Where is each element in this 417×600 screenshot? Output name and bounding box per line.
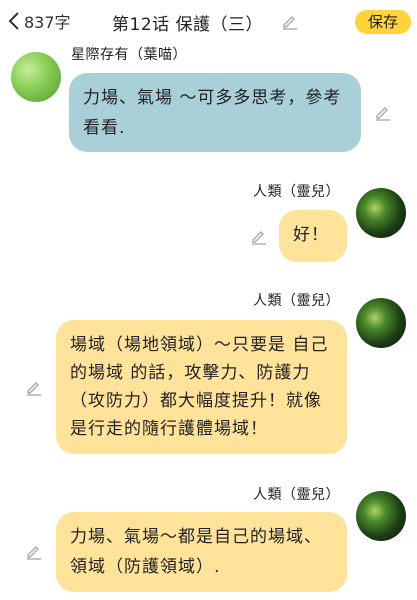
sender-name: 人類（靈兒）	[253, 487, 340, 503]
pencil-icon[interactable]	[25, 542, 43, 560]
avatar[interactable]	[356, 298, 406, 348]
message-bubble[interactable]: 力場、氣場 ～可多多思考，參考看看.	[69, 73, 361, 152]
avatar[interactable]	[356, 491, 406, 541]
avatar[interactable]	[356, 188, 406, 238]
chevron-left-icon	[8, 11, 20, 31]
pencil-icon[interactable]	[25, 378, 43, 396]
message-bubble[interactable]: 場域（場地領域）～只要是 自己的場域 的話，攻擊力、防護力（攻防力）都大幅度提升…	[56, 320, 347, 454]
message-bubble[interactable]: 好！	[279, 210, 347, 262]
avatar[interactable]	[11, 52, 61, 102]
sender-name: 人類（靈兒）	[253, 184, 340, 200]
word-count: 837字	[24, 13, 71, 32]
message-bubble[interactable]: 力場、氣場～都是自己的場域、領域（防護領域）.	[56, 512, 347, 592]
back-button[interactable]: 837字	[8, 9, 71, 33]
page-title: 第12话 保護（三）	[112, 15, 264, 35]
sender-name: 星際存有（葉喵）	[71, 47, 187, 63]
pencil-icon[interactable]	[250, 227, 268, 245]
sender-name: 人類（靈兒）	[253, 293, 340, 309]
pencil-icon[interactable]	[281, 12, 299, 34]
top-bar: 837字 第12话 保護（三） 保存	[0, 0, 417, 42]
save-button[interactable]: 保存	[355, 10, 411, 34]
pencil-icon[interactable]	[374, 103, 392, 121]
